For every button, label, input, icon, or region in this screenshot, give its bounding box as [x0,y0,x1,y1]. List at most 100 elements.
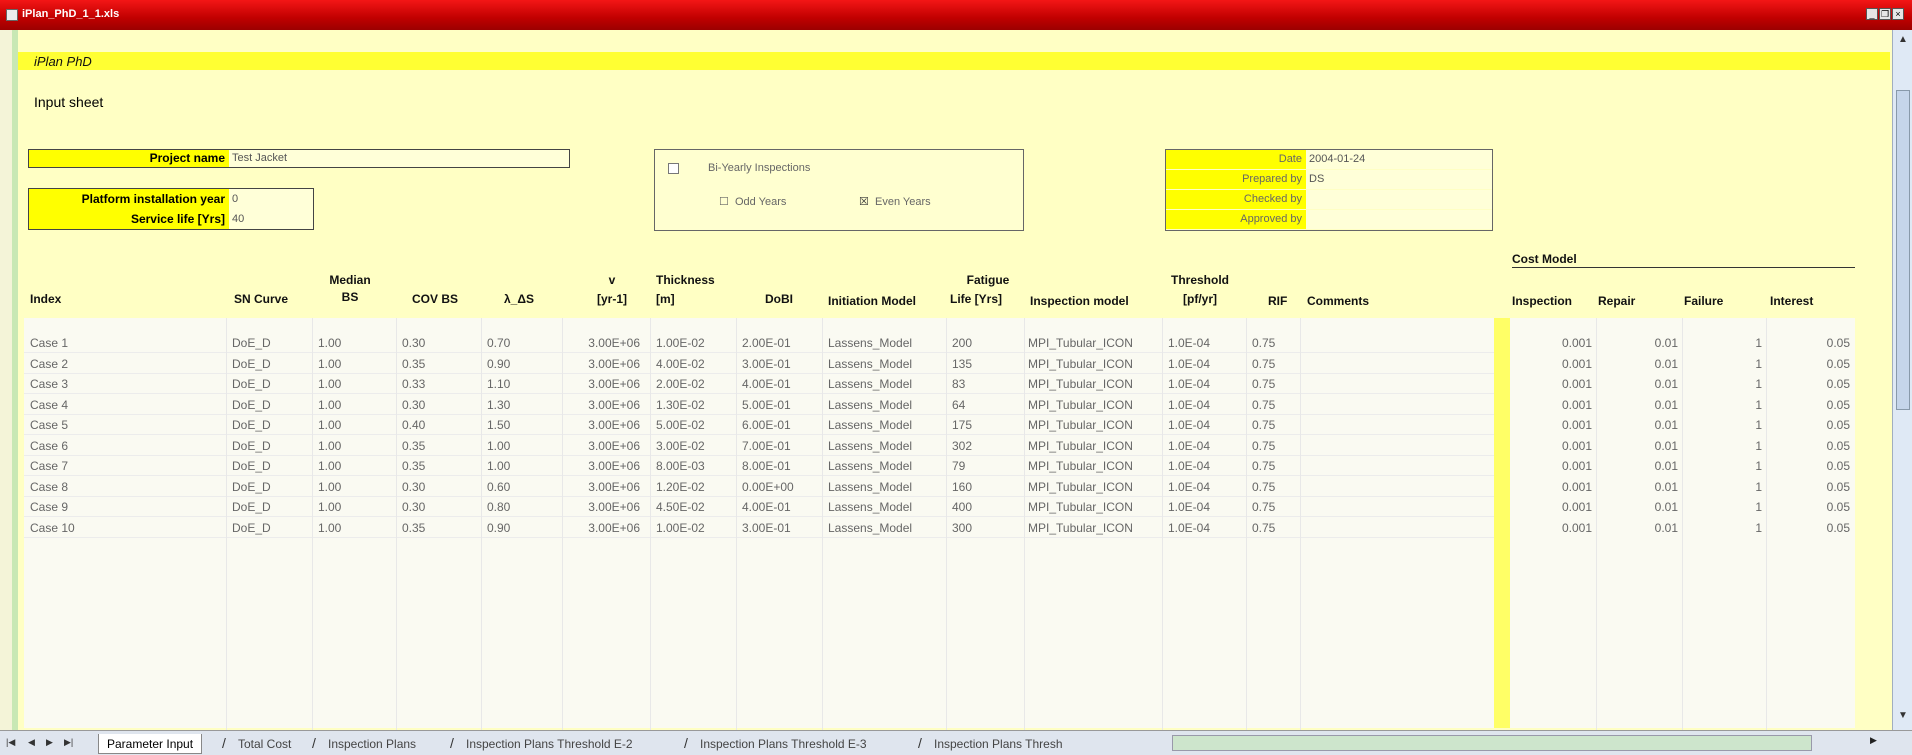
cell-index[interactable]: Case 8 [30,480,68,494]
cell-v[interactable]: 3.00E+06 [568,521,640,535]
cell-threshold[interactable]: 1.0E-04 [1168,500,1210,514]
cell-fatigue-life[interactable]: 160 [952,480,972,494]
cell-failure-cost[interactable]: 1 [1684,357,1762,371]
cell-interest[interactable]: 0.05 [1770,398,1850,412]
cell-sn-curve[interactable]: DoE_D [232,418,271,432]
cell-thickness[interactable]: 4.50E-02 [656,500,705,514]
cell-thickness[interactable]: 1.00E-02 [656,336,705,350]
cell-lambda-ds[interactable]: 0.90 [487,521,510,535]
sheet-tab[interactable]: Parameter Input [98,734,203,754]
cell-initiation-model[interactable]: Lassens_Model [828,357,912,371]
cell-lambda-ds[interactable]: 0.60 [487,480,510,494]
cell-repair-cost[interactable]: 0.01 [1598,357,1678,371]
prepared-by-field[interactable]: DS [1306,170,1492,189]
cell-thickness[interactable]: 3.00E-02 [656,439,705,453]
cell-failure-cost[interactable]: 1 [1684,398,1762,412]
sheet-tab[interactable]: Total Cost [230,734,299,754]
vertical-scroll-thumb[interactable] [1896,90,1910,410]
header-failure-cost[interactable]: Failure [1684,294,1723,308]
cell-inspection-model[interactable]: MPI_Tubular_ICON [1028,439,1133,453]
cell-v[interactable]: 3.00E+06 [568,500,640,514]
date-field[interactable]: 2004-01-24 [1306,150,1492,169]
cell-dobi[interactable]: 4.00E-01 [742,377,791,391]
cell-median-bs[interactable]: 1.00 [318,521,341,535]
first-sheet-icon[interactable]: |◀ [6,737,15,748]
cell-cov-bs[interactable]: 0.33 [402,377,425,391]
cell-inspection-cost[interactable]: 0.001 [1512,500,1592,514]
minimize-icon[interactable]: _ [1866,8,1878,20]
header-comments[interactable]: Comments [1307,294,1369,308]
cell-inspection-model[interactable]: MPI_Tubular_ICON [1028,418,1133,432]
header-thickness-line2[interactable]: [m] [656,292,675,306]
cell-interest[interactable]: 0.05 [1770,480,1850,494]
odd-years-radio-icon[interactable]: ☐ [719,195,729,208]
cell-index[interactable]: Case 4 [30,398,68,412]
cell-failure-cost[interactable]: 1 [1684,418,1762,432]
platform-year-field[interactable]: 0 [229,189,313,209]
cell-initiation-model[interactable]: Lassens_Model [828,398,912,412]
cell-inspection-model[interactable]: MPI_Tubular_ICON [1028,521,1133,535]
cell-cov-bs[interactable]: 0.35 [402,459,425,473]
cell-interest[interactable]: 0.05 [1770,521,1850,535]
cell-rif[interactable]: 0.75 [1252,377,1275,391]
cell-inspection-cost[interactable]: 0.001 [1512,336,1592,350]
cell-median-bs[interactable]: 1.00 [318,336,341,350]
header-cov-bs[interactable]: COV BS [412,292,458,306]
cell-rif[interactable]: 0.75 [1252,418,1275,432]
cell-cov-bs[interactable]: 0.30 [402,500,425,514]
cell-sn-curve[interactable]: DoE_D [232,459,271,473]
cell-dobi[interactable]: 5.00E-01 [742,398,791,412]
scroll-down-icon[interactable]: ▼ [1896,710,1910,724]
cell-index[interactable]: Case 6 [30,439,68,453]
cell-lambda-ds[interactable]: 1.50 [487,418,510,432]
cell-initiation-model[interactable]: Lassens_Model [828,480,912,494]
cell-sn-curve[interactable]: DoE_D [232,480,271,494]
cell-thickness[interactable]: 2.00E-02 [656,377,705,391]
prev-sheet-icon[interactable]: ◀ [28,737,35,748]
even-years-radio-icon[interactable]: ☒ [859,195,869,208]
sheet-tab[interactable]: Inspection Plans Thresh [926,734,1071,754]
cell-median-bs[interactable]: 1.00 [318,398,341,412]
cell-initiation-model[interactable]: Lassens_Model [828,336,912,350]
sheet-tab[interactable]: Inspection Plans Threshold E-3 [692,734,875,754]
cell-lambda-ds[interactable]: 1.30 [487,398,510,412]
cell-initiation-model[interactable]: Lassens_Model [828,439,912,453]
header-repair-cost[interactable]: Repair [1598,294,1635,308]
cell-v[interactable]: 3.00E+06 [568,336,640,350]
header-inspection-cost[interactable]: Inspection [1512,294,1572,308]
cell-index[interactable]: Case 1 [30,336,68,350]
cell-repair-cost[interactable]: 0.01 [1598,418,1678,432]
cell-failure-cost[interactable]: 1 [1684,480,1762,494]
service-life-field[interactable]: 40 [229,209,313,229]
header-index[interactable]: Index [30,292,61,306]
cell-fatigue-life[interactable]: 83 [952,377,965,391]
cell-v[interactable]: 3.00E+06 [568,418,640,432]
cell-repair-cost[interactable]: 0.01 [1598,336,1678,350]
cell-inspection-model[interactable]: MPI_Tubular_ICON [1028,398,1133,412]
checked-by-field[interactable] [1306,190,1492,209]
cell-repair-cost[interactable]: 0.01 [1598,377,1678,391]
bi-yearly-checkbox[interactable] [668,163,679,174]
cell-inspection-cost[interactable]: 0.001 [1512,398,1592,412]
cell-threshold[interactable]: 1.0E-04 [1168,439,1210,453]
cell-lambda-ds[interactable]: 0.80 [487,500,510,514]
cell-initiation-model[interactable]: Lassens_Model [828,459,912,473]
cell-inspection-model[interactable]: MPI_Tubular_ICON [1028,377,1133,391]
cell-thickness[interactable]: 8.00E-03 [656,459,705,473]
cell-interest[interactable]: 0.05 [1770,377,1850,391]
scroll-right-icon[interactable]: ▶ [1870,735,1877,746]
cell-dobi[interactable]: 4.00E-01 [742,500,791,514]
cell-thickness[interactable]: 1.00E-02 [656,521,705,535]
cell-inspection-cost[interactable]: 0.001 [1512,459,1592,473]
cell-fatigue-life[interactable]: 200 [952,336,972,350]
cell-sn-curve[interactable]: DoE_D [232,398,271,412]
cell-dobi[interactable]: 8.00E-01 [742,459,791,473]
cell-dobi[interactable]: 3.00E-01 [742,521,791,535]
cell-v[interactable]: 3.00E+06 [568,398,640,412]
cell-v[interactable]: 3.00E+06 [568,480,640,494]
cell-interest[interactable]: 0.05 [1770,418,1850,432]
cell-index[interactable]: Case 3 [30,377,68,391]
cell-sn-curve[interactable]: DoE_D [232,521,271,535]
header-median-bs-line1[interactable]: Median [320,273,380,287]
cell-threshold[interactable]: 1.0E-04 [1168,336,1210,350]
